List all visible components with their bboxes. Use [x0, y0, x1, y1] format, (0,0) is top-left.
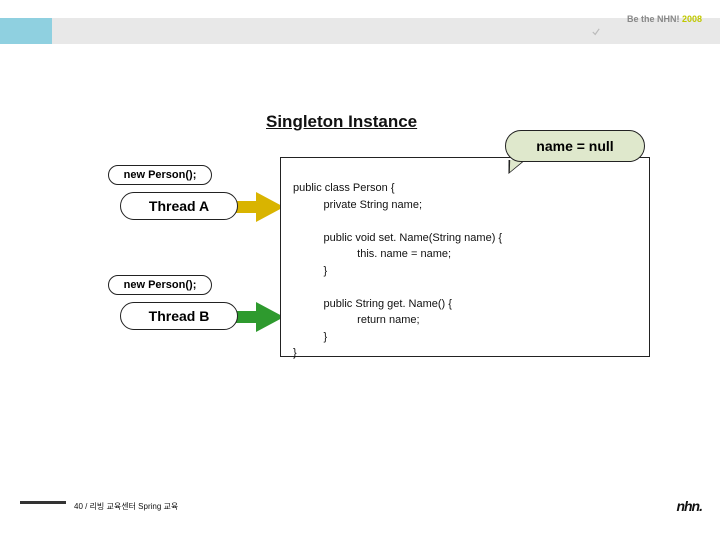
thread-b-name-text: Thread B — [149, 308, 210, 324]
brand-year: 2008 — [682, 14, 702, 24]
code-l1: public class Person { — [293, 182, 395, 194]
callout-text: name = null — [536, 138, 613, 154]
thread-b-call-label: new Person(); — [108, 275, 212, 295]
code-l5: this. name = name; — [293, 248, 451, 260]
brand-tick-icon — [592, 28, 600, 36]
header-bar: Be the NHN! 2008 — [0, 18, 720, 46]
thread-b-name-label: Thread B — [120, 302, 238, 330]
thread-a-name-text: Thread A — [149, 198, 209, 214]
thread-a-name-label: Thread A — [120, 192, 238, 220]
footer-text: 40 / 리빙 교육센터 Spring 교육 — [74, 501, 178, 512]
thread-a-call-text: new Person(); — [124, 169, 197, 181]
code-l8: public String get. Name() { — [293, 298, 452, 310]
code-l10: } — [293, 331, 327, 343]
header-blue-block — [0, 18, 52, 44]
thread-a-call-label: new Person(); — [108, 165, 212, 185]
footer-line — [20, 501, 66, 504]
footer-logo: nhn. — [676, 498, 702, 514]
thread-b-call-text: new Person(); — [124, 279, 197, 291]
brand-prefix: Be the NHN! — [627, 14, 682, 24]
header-grey-strip — [0, 18, 720, 44]
brand-text: Be the NHN! 2008 — [627, 14, 702, 24]
code-l9: return name; — [293, 314, 420, 326]
code-box: public class Person { private String nam… — [280, 157, 650, 357]
code-l2: private String name; — [293, 199, 422, 211]
code-content: public class Person { private String nam… — [293, 180, 502, 362]
slide-title: Singleton Instance — [266, 112, 417, 132]
code-l4: public void set. Name(String name) { — [293, 232, 502, 244]
code-l11: } — [293, 347, 297, 359]
code-l6: } — [293, 265, 327, 277]
callout-bubble: name = null — [505, 130, 645, 162]
